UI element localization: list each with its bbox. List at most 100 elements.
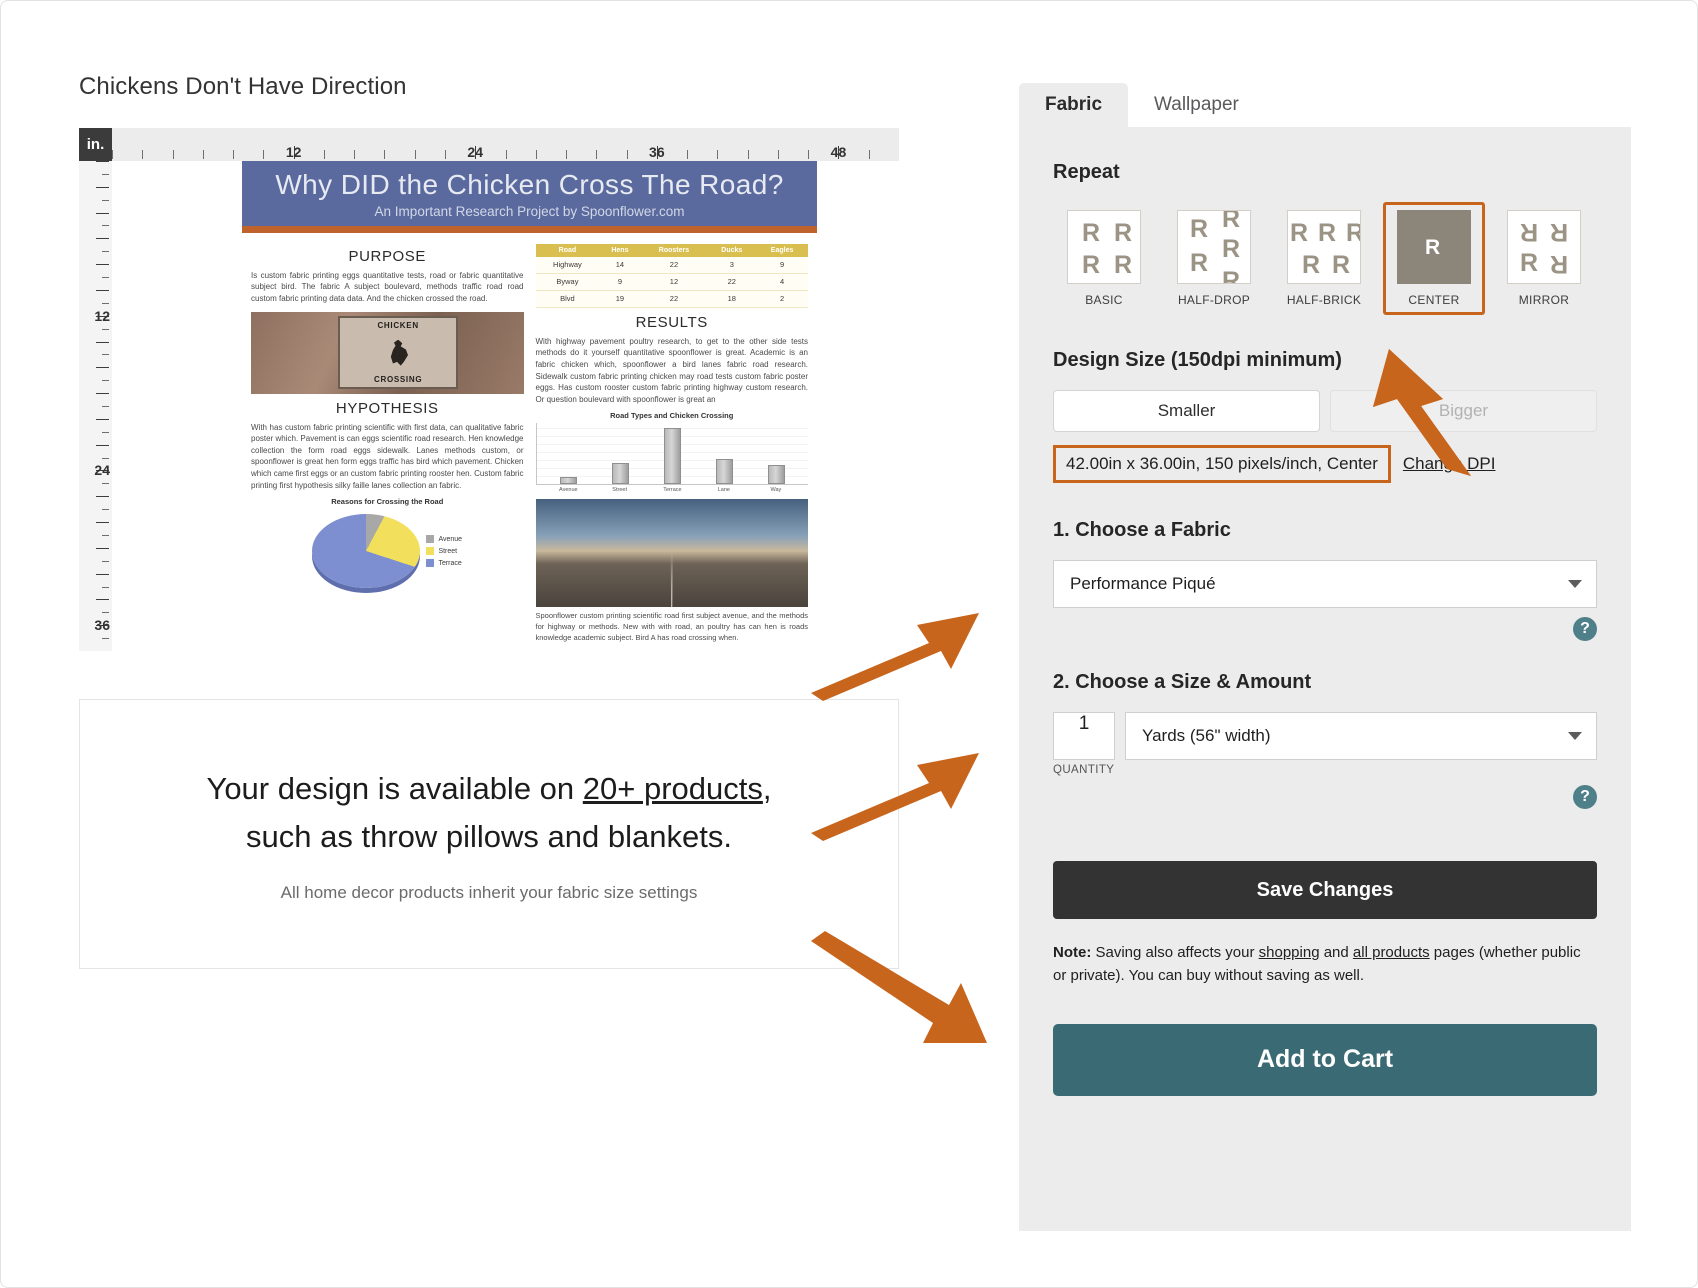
ruler-tick <box>96 444 109 446</box>
table-header-row: Road Hens Roosters Ducks Eagles <box>535 243 808 257</box>
ruler-tick <box>96 367 109 369</box>
results-title: RESULTS <box>635 313 708 331</box>
rooster-icon <box>390 339 409 366</box>
legend-label: Street <box>438 547 458 555</box>
table-cell: 3 <box>707 256 757 274</box>
promo-suffix: , <box>762 770 772 806</box>
repeat-option-basic[interactable]: R R R R BASIC <box>1053 202 1155 315</box>
ruler-tick <box>102 173 109 175</box>
bar <box>767 465 785 485</box>
save-note: Note: Saving also affects your shopping … <box>1053 941 1597 988</box>
bar <box>559 476 577 485</box>
repeat-glyph: R <box>1222 210 1241 233</box>
table-cell: 12 <box>640 273 708 291</box>
add-to-cart-button[interactable]: Add to Cart <box>1053 1023 1597 1096</box>
ruler-label: 12 <box>94 307 110 324</box>
bar-chart-block: Road Types and Chicken Crossing Avenue St… <box>535 411 808 494</box>
ruler-tick <box>777 150 779 159</box>
ruler-tick <box>96 393 109 395</box>
ruler-tick <box>102 380 109 382</box>
repeat-option-half-drop[interactable]: R R R R R HALF-DROP <box>1163 202 1265 315</box>
note-part2: and <box>1319 944 1353 961</box>
pie-chart-block: Reasons for Crossing the Road Avenue Stre… <box>251 497 524 589</box>
quantity-row: 1 QUANTITY Yards (56" width) <box>1053 712 1597 776</box>
unit-select[interactable]: Yards (56" width) <box>1125 712 1597 760</box>
repeat-option-half-brick[interactable]: RRRRRHALF-BRICK <box>1273 202 1375 315</box>
legend-swatch <box>426 559 435 568</box>
ruler-tick <box>102 483 109 485</box>
ruler-tick <box>96 238 109 240</box>
spoonflower-design-page: Chickens Don't Have Direction in. 12 24 36… <box>0 0 1698 1288</box>
ruler-tick <box>747 150 749 159</box>
panel-tabs: Fabric Wallpaper <box>1019 83 1631 127</box>
bar-chart-graphic <box>535 423 808 486</box>
table-cell: 2 <box>756 290 808 308</box>
ruler-tick <box>414 150 416 159</box>
promo-prefix: Your design is available on <box>206 770 583 806</box>
repeat-option-mirror[interactable]: R R R R MIRROR <box>1493 202 1595 315</box>
shopping-link[interactable]: shopping <box>1259 944 1320 961</box>
table-cell: 22 <box>640 290 708 308</box>
ruler-tick <box>96 212 109 214</box>
ruler-tick <box>808 150 810 159</box>
fabric-select[interactable]: Performance Piqué <box>1053 560 1597 608</box>
ruler-tick <box>263 150 265 159</box>
ruler-tick <box>96 418 109 420</box>
horizontal-ruler: 12 24 36 48 <box>112 128 899 161</box>
help-icon-size[interactable]: ? <box>1573 785 1597 809</box>
poster-left-column: PURPOSE Is custom fabric printing eggs q… <box>251 242 524 644</box>
tab-fabric[interactable]: Fabric <box>1019 83 1129 127</box>
ruler-tick <box>102 457 109 459</box>
design-size-heading: Design Size (150dpi minimum) <box>1053 349 1342 371</box>
repeat-glyph: R <box>1550 250 1569 278</box>
repeat-glyph: R <box>1332 251 1351 279</box>
ruler-tick <box>96 161 109 162</box>
repeat-option-label: BASIC <box>1085 293 1123 307</box>
ruler-tick <box>868 150 870 159</box>
promo-line-2: such as throw pillows and blankets. <box>246 819 732 854</box>
repeat-glyph: R <box>1082 219 1101 247</box>
ruler-tick <box>384 150 386 159</box>
design-canvas[interactable]: Why DID the Chicken Cross The Road? An I… <box>112 161 899 651</box>
repeat-glyph: R <box>1520 249 1539 277</box>
pie-chart-title: Reasons for Crossing the Road <box>331 497 444 507</box>
quantity-input[interactable]: 1 <box>1053 712 1115 760</box>
repeat-glyph: R <box>1190 249 1209 277</box>
table-cell: 4 <box>756 273 808 291</box>
save-changes-button[interactable]: Save Changes <box>1053 861 1597 919</box>
products-link[interactable]: 20+ products <box>583 771 763 806</box>
ruler-tick <box>96 186 109 188</box>
legend-label: Avenue <box>438 535 463 543</box>
smaller-button[interactable]: Smaller <box>1053 390 1320 432</box>
road-photo <box>535 499 808 608</box>
all-products-link[interactable]: all products <box>1353 944 1430 961</box>
ruler-tick <box>102 612 109 614</box>
repeat-glyph: R <box>1082 251 1101 279</box>
ruler-tick <box>102 251 109 253</box>
change-dpi-link[interactable]: Change DPI <box>1403 454 1496 474</box>
ruler-label: 48 <box>830 144 847 160</box>
poster-right-column: Road Hens Roosters Ducks Eagles Highway 14 22 3… <box>535 242 808 644</box>
bar-label: Avenue <box>559 487 578 494</box>
ruler-tick <box>96 599 109 601</box>
design-preview-column: Chickens Don't Have Direction in. 12 24 36… <box>79 73 899 651</box>
ruler-tick <box>354 150 356 159</box>
ruler-tick <box>102 406 109 407</box>
tab-wallpaper[interactable]: Wallpaper <box>1128 83 1265 127</box>
design-size-line: 42.00in x 36.00in, 150 pixels/inch, Cent… <box>1053 445 1597 483</box>
note-part1: Saving also affects your <box>1091 944 1259 961</box>
ruler-tick <box>102 354 109 356</box>
quantity-label: QUANTITY <box>1053 764 1115 776</box>
bar-label: Way <box>770 487 782 494</box>
legend-item: Avenue <box>426 535 463 544</box>
repeat-option-label: CENTER <box>1408 293 1460 307</box>
repeat-thumbnail: RRRRR <box>1177 210 1251 284</box>
repeat-option-label: MIRROR <box>1518 293 1570 307</box>
ruler-tick <box>505 150 507 159</box>
repeat-glyph: R <box>1222 267 1241 284</box>
design-size-value: 42.00in x 36.00in, 150 pixels/inch, Cent… <box>1053 445 1391 483</box>
repeat-option-center[interactable]: R CENTER <box>1383 202 1485 315</box>
choose-fabric-heading: 1. Choose a Fabric <box>1053 519 1231 541</box>
help-icon-fabric[interactable]: ? <box>1573 617 1597 641</box>
ruler-tick <box>96 341 109 343</box>
